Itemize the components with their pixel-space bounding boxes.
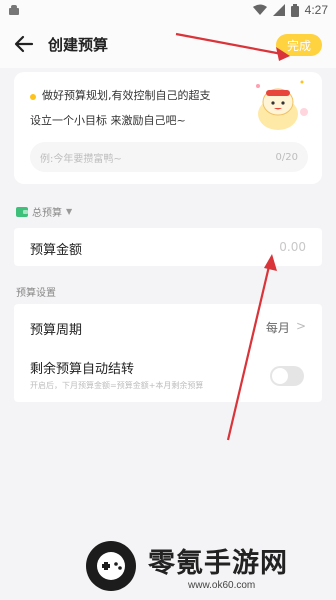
- budget-amount-input[interactable]: 0.00: [279, 240, 306, 254]
- budget-period-label: 预算周期: [30, 323, 83, 338]
- total-budget-dropdown[interactable]: 总预算 ▼: [16, 204, 72, 219]
- status-bar: 4:27: [0, 0, 336, 20]
- watermark: 零氪手游网 www.ok60.com: [84, 536, 332, 596]
- done-button[interactable]: 完成: [276, 34, 322, 56]
- wallet-icon: [16, 206, 28, 217]
- budget-amount-label: 预算金额: [30, 243, 83, 258]
- budget-period-selector[interactable]: 每月 >: [266, 319, 306, 336]
- goal-input-placeholder: 例:今年要攒富鸭~: [40, 153, 122, 165]
- chevron-right-icon: >: [295, 319, 306, 333]
- wifi-icon: [252, 4, 267, 15]
- gamepad-logo-icon: [86, 541, 136, 591]
- mascot-illustration: [256, 80, 308, 130]
- goal-input[interactable]: 例:今年要攒富鸭~ 0/20: [30, 142, 308, 172]
- watermark-name: 零氪手游网: [148, 548, 288, 579]
- settings-card: 预算周期 每月 > 剩余预算自动结转 开启后，下月预算金额=预算金额+本月剩余预…: [14, 304, 322, 402]
- watermark-url: www.ok60.com: [188, 580, 256, 591]
- battery-icon: [290, 3, 299, 17]
- app-bar: 创建预算 完成: [0, 20, 336, 68]
- signal-icon: [272, 4, 285, 16]
- total-budget-label: 总预算: [32, 208, 62, 219]
- rollover-toggle[interactable]: [270, 366, 304, 386]
- budget-amount-row[interactable]: 预算金额 0.00: [14, 228, 322, 266]
- goal-char-count: 0/20: [275, 151, 298, 163]
- settings-header: 预算设置: [16, 288, 56, 299]
- budget-period-value: 每月: [265, 321, 290, 335]
- toggle-knob: [272, 368, 288, 384]
- back-arrow-icon[interactable]: [12, 32, 36, 56]
- goal-prompt-line2: 设立一个小目标 来激励自己吧~: [30, 114, 186, 127]
- caret-down-icon: ▼: [66, 207, 73, 216]
- rollover-description: 开启后，下月预算金额=预算金额+本月剩余预算: [30, 381, 204, 390]
- android-icon: [9, 5, 19, 15]
- page-title: 创建预算: [48, 36, 109, 54]
- goal-prompt-line1: 做好预算规划,有效控制自己的超支: [42, 89, 211, 102]
- bullet-dot: [30, 94, 36, 100]
- rollover-label: 剩余预算自动结转: [30, 362, 135, 377]
- goal-card: 做好预算规划,有效控制自己的超支 设立一个小目标 来激励自己吧~ 例:今年要攒富…: [14, 72, 322, 184]
- status-time: 4:27: [304, 3, 328, 17]
